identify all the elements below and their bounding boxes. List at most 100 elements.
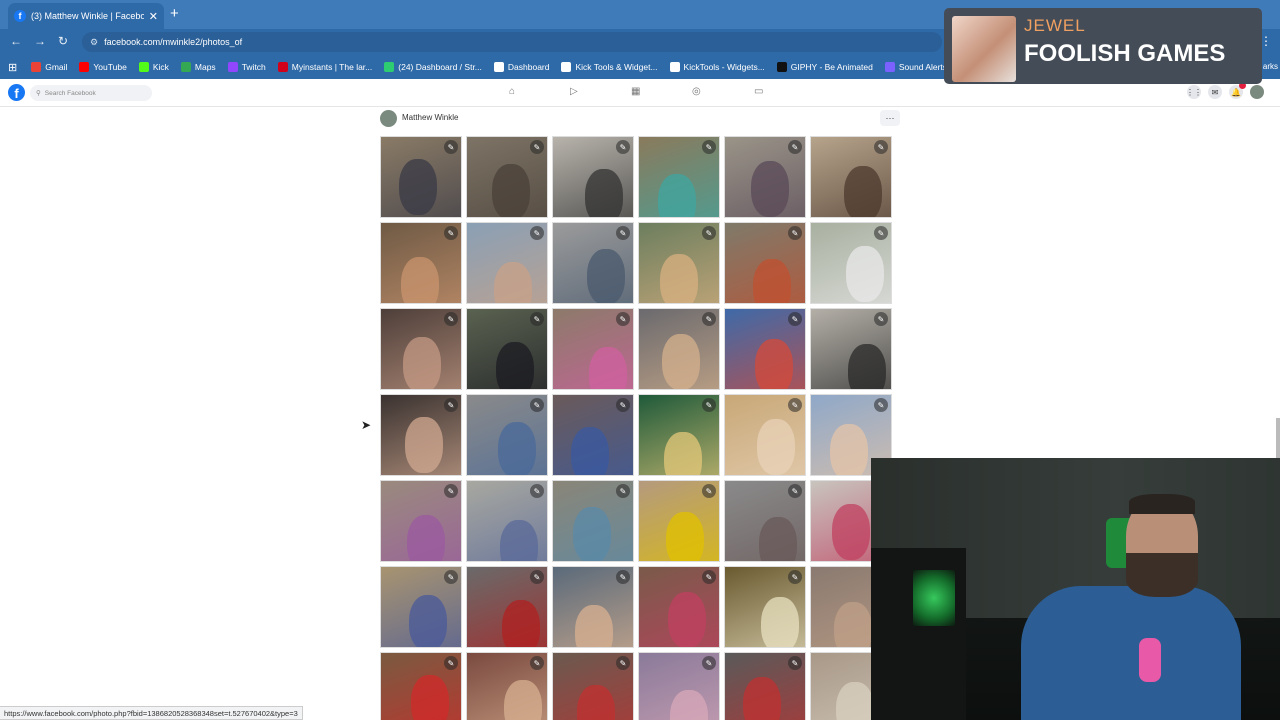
- edit-pencil-icon[interactable]: ✎: [444, 140, 458, 154]
- photo-thumbnail[interactable]: ✎: [466, 394, 548, 476]
- edit-pencil-icon[interactable]: ✎: [530, 140, 544, 154]
- back-icon[interactable]: ←: [10, 34, 22, 48]
- photo-thumbnail[interactable]: ✎: [724, 308, 806, 390]
- photo-thumbnail[interactable]: ✎: [552, 652, 634, 720]
- video-icon[interactable]: ▷: [570, 86, 578, 97]
- photo-thumbnail[interactable]: ✎: [466, 652, 548, 720]
- page-scrollbar[interactable]: [1276, 418, 1280, 458]
- photo-thumbnail[interactable]: ✎: [380, 480, 462, 562]
- photo-thumbnail[interactable]: ✎: [380, 652, 462, 720]
- edit-pencil-icon[interactable]: ✎: [874, 398, 888, 412]
- edit-pencil-icon[interactable]: ✎: [788, 398, 802, 412]
- browser-tab-facebook[interactable]: f (3) Matthew Winkle | Facebook ✕: [8, 3, 164, 29]
- site-info-icon[interactable]: ⚙: [90, 37, 98, 48]
- photo-thumbnail[interactable]: ✎: [380, 222, 462, 304]
- edit-pencil-icon[interactable]: ✎: [702, 398, 716, 412]
- edit-pencil-icon[interactable]: ✎: [788, 312, 802, 326]
- profile-name[interactable]: Matthew Winkle: [402, 113, 458, 122]
- edit-pencil-icon[interactable]: ✎: [530, 226, 544, 240]
- bookmark-item[interactable]: Kick: [133, 62, 175, 72]
- bookmark-item[interactable]: Maps: [175, 62, 222, 72]
- edit-pencil-icon[interactable]: ✎: [788, 570, 802, 584]
- edit-pencil-icon[interactable]: ✎: [616, 140, 630, 154]
- photo-thumbnail[interactable]: ✎: [466, 222, 548, 304]
- photo-thumbnail[interactable]: ✎: [638, 480, 720, 562]
- profile-more-button[interactable]: ···: [880, 110, 900, 126]
- photo-thumbnail[interactable]: ✎: [638, 222, 720, 304]
- edit-pencil-icon[interactable]: ✎: [530, 398, 544, 412]
- photo-thumbnail[interactable]: ✎: [552, 566, 634, 648]
- edit-pencil-icon[interactable]: ✎: [530, 484, 544, 498]
- bookmark-item[interactable]: Myinstants | The lar...: [272, 62, 378, 72]
- bookmark-item[interactable]: Kick Tools & Widget...: [555, 62, 663, 72]
- photo-thumbnail[interactable]: ✎: [380, 394, 462, 476]
- photo-thumbnail[interactable]: ✎: [638, 652, 720, 720]
- new-tab-button[interactable]: +: [170, 5, 179, 22]
- account-avatar[interactable]: [1250, 85, 1264, 99]
- edit-pencil-icon[interactable]: ✎: [444, 570, 458, 584]
- photo-thumbnail[interactable]: ✎: [638, 394, 720, 476]
- photo-thumbnail[interactable]: ✎: [724, 652, 806, 720]
- edit-pencil-icon[interactable]: ✎: [530, 656, 544, 670]
- bookmark-item[interactable]: GIPHY - Be Animated: [771, 62, 879, 72]
- edit-pencil-icon[interactable]: ✎: [702, 140, 716, 154]
- photo-thumbnail[interactable]: ✎: [552, 480, 634, 562]
- photo-thumbnail[interactable]: ✎: [810, 136, 892, 218]
- marketplace-icon[interactable]: ▦: [631, 86, 640, 97]
- groups-icon[interactable]: ◎: [692, 86, 701, 97]
- notifications-icon[interactable]: 🔔: [1229, 82, 1246, 99]
- facebook-logo-icon[interactable]: f: [8, 84, 25, 101]
- edit-pencil-icon[interactable]: ✎: [874, 140, 888, 154]
- edit-pencil-icon[interactable]: ✎: [444, 226, 458, 240]
- photo-thumbnail[interactable]: ✎: [380, 308, 462, 390]
- photo-thumbnail[interactable]: ✎: [552, 308, 634, 390]
- address-bar[interactable]: ⚙ facebook.com/mwinkle2/photos_of: [82, 32, 942, 52]
- photo-thumbnail[interactable]: ✎: [724, 136, 806, 218]
- bookmarks-overflow[interactable]: arks: [1263, 62, 1278, 71]
- bookmark-item[interactable]: Twitch: [222, 62, 272, 72]
- edit-pencil-icon[interactable]: ✎: [788, 484, 802, 498]
- bookmark-item[interactable]: KickTools - Widgets...: [664, 62, 771, 72]
- photo-thumbnail[interactable]: ✎: [552, 394, 634, 476]
- edit-pencil-icon[interactable]: ✎: [702, 226, 716, 240]
- photo-thumbnail[interactable]: ✎: [466, 480, 548, 562]
- bookmark-item[interactable]: YouTube: [73, 62, 132, 72]
- edit-pencil-icon[interactable]: ✎: [444, 312, 458, 326]
- menu-grid-icon[interactable]: ⋮⋮: [1186, 85, 1202, 99]
- edit-pencil-icon[interactable]: ✎: [788, 226, 802, 240]
- bookmark-item[interactable]: Gmail: [25, 62, 73, 72]
- photo-thumbnail[interactable]: ✎: [638, 308, 720, 390]
- photo-thumbnail[interactable]: ✎: [638, 136, 720, 218]
- edit-pencil-icon[interactable]: ✎: [530, 570, 544, 584]
- edit-pencil-icon[interactable]: ✎: [530, 312, 544, 326]
- photo-thumbnail[interactable]: ✎: [724, 222, 806, 304]
- photo-thumbnail[interactable]: ✎: [724, 394, 806, 476]
- facebook-search-input[interactable]: ⚲ Search Facebook: [30, 85, 152, 101]
- edit-pencil-icon[interactable]: ✎: [788, 140, 802, 154]
- edit-pencil-icon[interactable]: ✎: [444, 398, 458, 412]
- reload-icon[interactable]: ↻: [58, 34, 68, 48]
- edit-pencil-icon[interactable]: ✎: [616, 312, 630, 326]
- gaming-icon[interactable]: ▭: [754, 86, 763, 97]
- edit-pencil-icon[interactable]: ✎: [444, 484, 458, 498]
- edit-pencil-icon[interactable]: ✎: [444, 656, 458, 670]
- apps-icon[interactable]: ⊞: [8, 61, 25, 74]
- edit-pencil-icon[interactable]: ✎: [702, 484, 716, 498]
- photo-thumbnail[interactable]: ✎: [466, 308, 548, 390]
- edit-pencil-icon[interactable]: ✎: [616, 226, 630, 240]
- messenger-icon[interactable]: ✉: [1208, 85, 1222, 99]
- photo-thumbnail[interactable]: ✎: [552, 222, 634, 304]
- photo-thumbnail[interactable]: ✎: [638, 566, 720, 648]
- bookmark-item[interactable]: (24) Dashboard / Str...: [378, 62, 488, 72]
- edit-pencil-icon[interactable]: ✎: [702, 312, 716, 326]
- edit-pencil-icon[interactable]: ✎: [616, 656, 630, 670]
- photo-thumbnail[interactable]: ✎: [466, 136, 548, 218]
- forward-icon[interactable]: →: [34, 34, 46, 48]
- edit-pencil-icon[interactable]: ✎: [874, 312, 888, 326]
- photo-thumbnail[interactable]: ✎: [552, 136, 634, 218]
- photo-thumbnail[interactable]: ✎: [810, 308, 892, 390]
- photo-thumbnail[interactable]: ✎: [724, 566, 806, 648]
- photo-thumbnail[interactable]: ✎: [724, 480, 806, 562]
- edit-pencil-icon[interactable]: ✎: [874, 226, 888, 240]
- photo-thumbnail[interactable]: ✎: [380, 136, 462, 218]
